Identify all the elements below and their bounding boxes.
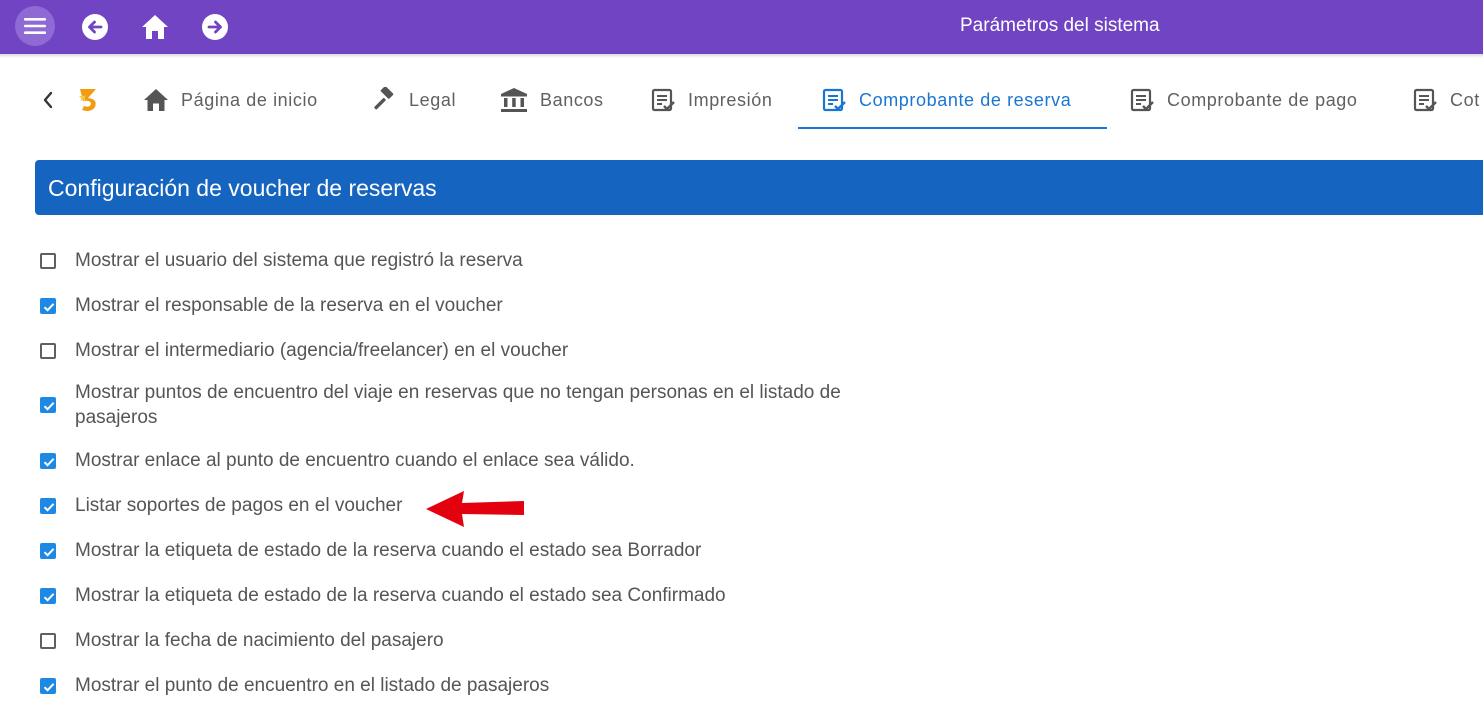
checkbox[interactable]: [40, 397, 56, 413]
tab-pagina-de-inicio[interactable]: Página de inicio: [143, 70, 318, 130]
brand-logo[interactable]: [74, 86, 102, 114]
home-icon: [144, 89, 168, 111]
topbar-shadow: [0, 54, 1483, 58]
top-app-bar: Parámetros del sistema: [0, 0, 1483, 54]
tab-comprobante-de-pago[interactable]: Comprobante de pago: [1130, 70, 1358, 130]
checkbox[interactable]: [40, 498, 56, 514]
checkbox[interactable]: [40, 633, 56, 649]
option-mostrar-puntos-encuentro[interactable]: Mostrar puntos de encuentro del viaje en…: [38, 380, 905, 430]
option-mostrar-intermediario[interactable]: Mostrar el intermediario (agencia/freela…: [38, 338, 905, 363]
option-etiqueta-borrador[interactable]: Mostrar la etiqueta de estado de la rese…: [38, 538, 905, 563]
checkmark-icon: [43, 548, 55, 557]
back-arrow-icon: [82, 14, 108, 40]
forward-button[interactable]: [198, 10, 232, 44]
tab-legal[interactable]: Legal: [371, 70, 456, 130]
tab-comprobante-de-reserva[interactable]: Comprobante de reserva: [822, 70, 1071, 130]
active-tab-indicator: [798, 127, 1107, 129]
option-label: Mostrar el responsable de la reserva en …: [75, 295, 503, 316]
option-mostrar-responsable[interactable]: Mostrar el responsable de la reserva en …: [38, 293, 905, 318]
option-label: Mostrar enlace al punto de encuentro cua…: [75, 450, 635, 471]
checkbox[interactable]: [40, 343, 56, 359]
tab-label: Legal: [409, 89, 457, 110]
option-label: Mostrar la etiqueta de estado de la rese…: [75, 585, 726, 606]
brand-logo-icon: [79, 89, 96, 111]
red-arrow-icon: [426, 491, 524, 527]
checkbox[interactable]: [40, 588, 56, 604]
checkbox[interactable]: [40, 253, 56, 269]
gavel-icon: [374, 87, 394, 110]
document-check-icon: [1130, 88, 1154, 111]
chevron-left-icon: [43, 91, 53, 109]
option-label: Mostrar la etiqueta de estado de la rese…: [75, 540, 702, 561]
tab-label: Cot: [1450, 89, 1480, 110]
tab-bancos[interactable]: Bancos: [500, 70, 604, 130]
checkmark-icon: [43, 402, 55, 411]
tab-label: Comprobante de reserva: [859, 89, 1072, 110]
tab-label: Impresión: [688, 89, 773, 110]
option-etiqueta-confirmado[interactable]: Mostrar la etiqueta de estado de la rese…: [38, 583, 905, 608]
forward-arrow-icon: [202, 14, 228, 40]
home-icon: [142, 15, 168, 39]
checkmark-icon: [43, 683, 55, 692]
document-check-icon: [822, 88, 846, 111]
checkmark-icon: [43, 503, 55, 512]
checkbox[interactable]: [40, 543, 56, 559]
document-check-icon: [651, 88, 675, 111]
checkbox[interactable]: [40, 453, 56, 469]
section-header: Configuración de voucher de reservas: [35, 160, 1483, 215]
option-label: Mostrar el usuario del sistema que regis…: [75, 250, 523, 271]
checkmark-icon: [43, 593, 55, 602]
tab-impresion[interactable]: Impresión: [651, 70, 772, 130]
tabs-scroll-left-button[interactable]: [36, 88, 60, 112]
section-title: Configuración de voucher de reservas: [48, 175, 437, 201]
checkmark-icon: [43, 458, 55, 467]
settings-tabs: Página de inicio Legal Bancos Impresión: [0, 70, 1483, 130]
checkbox[interactable]: [40, 298, 56, 314]
tab-label: Bancos: [540, 89, 604, 110]
option-mostrar-enlace[interactable]: Mostrar enlace al punto de encuentro cua…: [38, 448, 905, 473]
checkbox[interactable]: [40, 678, 56, 694]
back-button[interactable]: [78, 10, 112, 44]
option-label: Mostrar el intermediario (agencia/freela…: [75, 340, 569, 361]
menu-icon: [24, 18, 46, 34]
bank-icon: [501, 88, 527, 112]
option-punto-encuentro-listado[interactable]: Mostrar el punto de encuentro en el list…: [38, 673, 905, 698]
document-check-icon: [1413, 88, 1437, 111]
option-mostrar-usuario-sistema[interactable]: Mostrar el usuario del sistema que regis…: [38, 248, 905, 273]
option-label: Mostrar la fecha de nacimiento del pasaj…: [75, 630, 444, 651]
menu-button[interactable]: [15, 6, 55, 46]
tab-cot[interactable]: Cot: [1413, 70, 1480, 130]
option-label: Mostrar el punto de encuentro en el list…: [75, 675, 550, 696]
option-label: Mostrar puntos de encuentro del viaje en…: [75, 382, 841, 428]
tab-label: Página de inicio: [181, 89, 318, 110]
home-button[interactable]: [138, 10, 172, 44]
checkmark-icon: [43, 303, 55, 312]
page-title: Parámetros del sistema: [960, 15, 1160, 36]
option-fecha-nacimiento[interactable]: Mostrar la fecha de nacimiento del pasaj…: [38, 628, 905, 653]
tab-label: Comprobante de pago: [1167, 89, 1358, 110]
